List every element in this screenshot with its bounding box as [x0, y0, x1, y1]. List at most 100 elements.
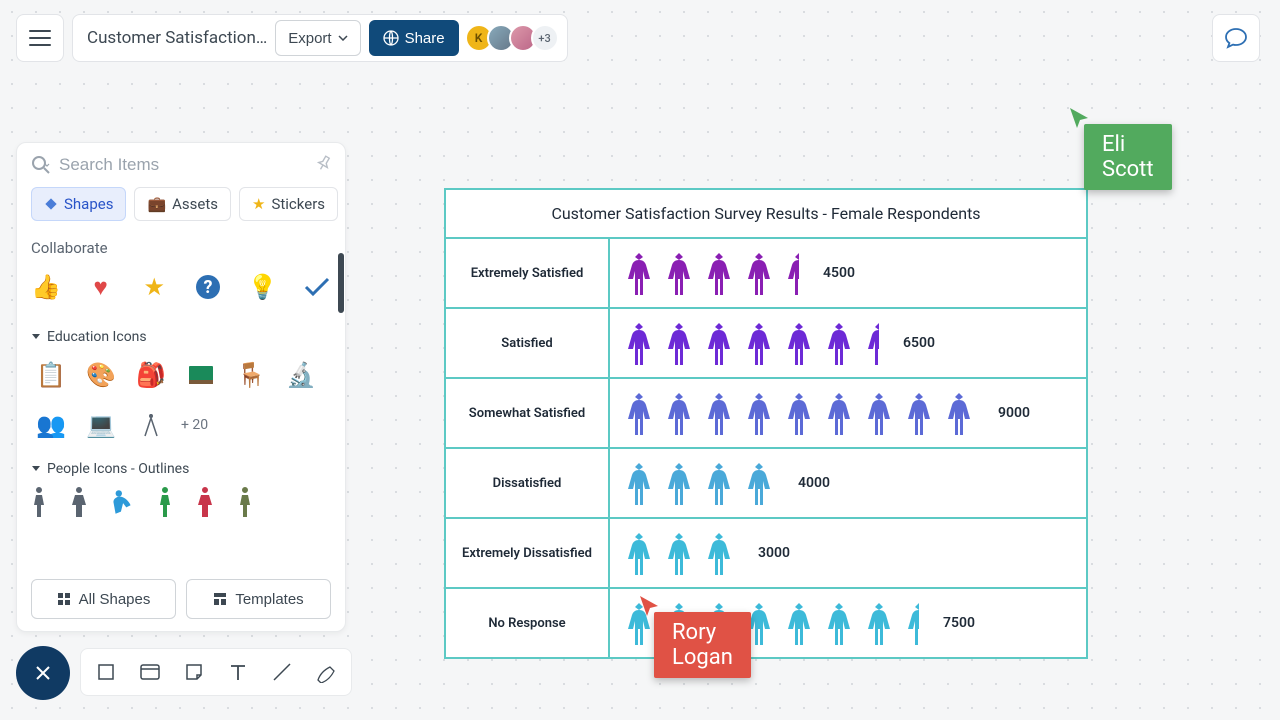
tab-assets[interactable]: 💼 Assets	[134, 187, 231, 221]
pictograph-table[interactable]: Customer Satisfaction Survey Results - F…	[444, 188, 1088, 659]
all-shapes-button[interactable]: All Shapes	[31, 579, 176, 619]
collaborator-avatars[interactable]: K +3	[471, 24, 559, 52]
clipboard-icon[interactable]: 📋	[31, 355, 71, 395]
person-icon	[704, 321, 734, 365]
person-icon	[824, 321, 854, 365]
category-education[interactable]: Education Icons	[31, 329, 331, 345]
person-icon	[664, 461, 694, 505]
search-icon	[31, 155, 51, 175]
person-half-icon	[784, 251, 799, 295]
table-row[interactable]: Somewhat Satisfied9000	[446, 379, 1086, 449]
row-data: 4000	[610, 449, 1086, 517]
star-icon[interactable]: ★	[140, 267, 168, 307]
person-icon	[624, 251, 654, 295]
person-outline-icon[interactable]	[71, 487, 87, 517]
chart-title: Customer Satisfaction Survey Results - F…	[446, 190, 1086, 239]
pin-icon[interactable]	[311, 152, 335, 177]
tab-stickers[interactable]: ★ Stickers	[239, 187, 338, 221]
person-outline-icon[interactable]	[157, 487, 173, 517]
row-data: 9000	[610, 379, 1086, 447]
line-tool[interactable]	[265, 655, 299, 689]
cursor-label: Rory Logan	[654, 612, 751, 678]
grid-icon	[57, 592, 71, 606]
person-icon	[664, 251, 694, 295]
scrollbar-thumb[interactable]	[338, 253, 344, 313]
document-bar: Customer Satisfaction… Export Share K +3	[72, 14, 568, 62]
blackboard-icon[interactable]	[181, 355, 221, 395]
person-icon	[864, 601, 894, 645]
shapes-panel: Shapes 💼 Assets ★ Stickers Collaborate 👍…	[16, 142, 346, 632]
row-data: 4500	[610, 239, 1086, 307]
person-outline-icon[interactable]	[197, 487, 213, 517]
caret-down-icon	[31, 465, 41, 473]
all-shapes-label: All Shapes	[79, 591, 151, 608]
row-label: No Response	[446, 589, 610, 657]
search-input[interactable]	[59, 155, 307, 175]
star-icon: ★	[252, 195, 265, 213]
compass-icon[interactable]	[131, 405, 171, 445]
person-icon	[744, 321, 774, 365]
templates-label: Templates	[235, 591, 303, 608]
share-label: Share	[405, 30, 445, 47]
category-label: People Icons - Outlines	[47, 461, 189, 477]
more-education[interactable]: + 20	[181, 405, 208, 445]
person-icon	[624, 531, 654, 575]
tab-label: Assets	[172, 195, 218, 213]
rectangle-tool[interactable]	[89, 655, 123, 689]
person-icon	[744, 461, 774, 505]
templates-button[interactable]: Templates	[186, 579, 331, 619]
row-label: Satisfied	[446, 309, 610, 377]
person-icon	[664, 531, 694, 575]
row-data: 3000	[610, 519, 1086, 587]
palette-icon[interactable]: 🎨	[81, 355, 121, 395]
comment-icon	[1224, 27, 1248, 49]
person-half-icon	[864, 321, 879, 365]
microscope-icon[interactable]: 🔬	[281, 355, 321, 395]
avatar-overflow[interactable]: +3	[531, 24, 559, 52]
close-toolbar-button[interactable]	[16, 646, 70, 700]
person-outline-icon[interactable]	[31, 487, 47, 517]
person-icon	[784, 321, 814, 365]
tab-shapes[interactable]: Shapes	[31, 187, 126, 221]
diamond-icon	[44, 197, 58, 211]
person-icon	[704, 251, 734, 295]
table-row[interactable]: Extremely Dissatisfied 3000	[446, 519, 1086, 589]
table-row[interactable]: Dissatisfied4000	[446, 449, 1086, 519]
row-value: 3000	[758, 545, 790, 561]
person-outline-icon[interactable]	[237, 487, 253, 517]
person-crawl-icon[interactable]	[111, 487, 133, 517]
question-icon[interactable]: ?	[194, 267, 222, 307]
text-tool[interactable]	[221, 655, 255, 689]
pen-tool[interactable]	[309, 655, 343, 689]
frame-tool[interactable]	[133, 655, 167, 689]
chevron-down-icon	[338, 35, 348, 41]
chair-icon[interactable]: 🪑	[231, 355, 271, 395]
menu-button[interactable]	[16, 14, 64, 62]
backpack-icon[interactable]: 🎒	[131, 355, 171, 395]
export-button[interactable]: Export	[275, 20, 360, 56]
row-label: Somewhat Satisfied	[446, 379, 610, 447]
table-row[interactable]: Satisfied6500	[446, 309, 1086, 379]
table-row[interactable]: No Response7500	[446, 589, 1086, 657]
lightbulb-icon[interactable]: 💡	[248, 267, 278, 307]
laptop-icon[interactable]: 💻	[81, 405, 121, 445]
table-row[interactable]: Extremely Satisfied4500	[446, 239, 1086, 309]
people-icon[interactable]: 👥	[31, 405, 71, 445]
collaborator-cursor-eli: Eli Scott	[1068, 106, 1090, 134]
sticky-note-tool[interactable]	[177, 655, 211, 689]
person-icon	[664, 321, 694, 365]
document-title[interactable]: Customer Satisfaction…	[87, 28, 267, 48]
row-label: Extremely Dissatisfied	[446, 519, 610, 587]
thumbsup-icon[interactable]: 👍	[31, 267, 61, 307]
share-button[interactable]: Share	[369, 20, 459, 56]
category-people[interactable]: People Icons - Outlines	[31, 461, 331, 477]
comments-button[interactable]	[1212, 14, 1260, 62]
check-icon[interactable]	[303, 267, 331, 307]
section-collaborate: Collaborate	[31, 239, 331, 257]
person-icon	[824, 391, 854, 435]
heart-icon[interactable]: ♥	[87, 267, 115, 307]
templates-icon	[213, 592, 227, 606]
svg-text:?: ?	[203, 277, 212, 298]
person-icon	[704, 461, 734, 505]
person-icon	[944, 391, 974, 435]
